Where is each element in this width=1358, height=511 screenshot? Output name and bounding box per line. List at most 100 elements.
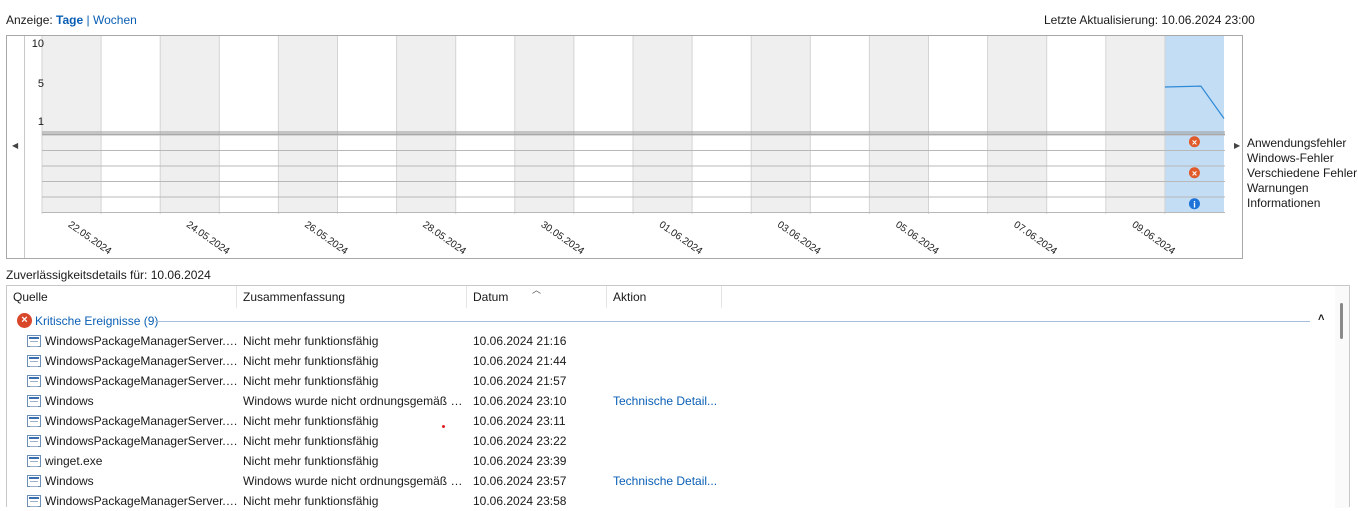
row-source: WindowsPackageManagerServer.exe (45, 434, 239, 448)
row-summary: Nicht mehr funktionsfähig (243, 354, 379, 368)
event-log-icon (27, 335, 41, 347)
cursor-dot (442, 425, 445, 428)
event-log-icon (27, 435, 41, 447)
column-header-source[interactable]: Quelle (7, 286, 237, 308)
row-source: WindowsPackageManagerServer.exe (45, 414, 239, 428)
table-row[interactable]: Windows Windows wurde nicht ordnungsgemäß… (7, 471, 1337, 491)
event-log-icon (27, 375, 41, 387)
view-switcher: Anzeige: Tage | Wochen (6, 13, 137, 27)
day-column (160, 36, 220, 213)
view-label: Anzeige: (6, 13, 53, 27)
table-row[interactable]: WindowsPackageManagerServer.exe Nicht meh… (7, 411, 1337, 431)
details-title: Zuverlässigkeitsdetails für: 10.06.2024 (6, 268, 211, 282)
view-separator: | (86, 13, 90, 27)
legend-item-windows-errors: Windows-Fehler (1247, 151, 1334, 165)
y-axis-labels: 10 5 1 (25, 36, 47, 132)
group-critical-events[interactable]: × Kritische Ereignisse (9) ˄ (15, 311, 1325, 331)
critical-icon: × (17, 313, 32, 328)
group-label: Kritische Ereignisse (9) (35, 314, 159, 328)
table-row[interactable]: WindowsPackageManagerServer.exe Nicht meh… (7, 371, 1337, 391)
y-tick-label: 5 (37, 78, 44, 90)
row-date: 10.06.2024 21:44 (473, 354, 567, 368)
day-column (101, 36, 161, 213)
row-summary: Nicht mehr funktionsfähig (243, 454, 379, 468)
row-source: Windows (45, 474, 94, 488)
day-column (514, 36, 574, 213)
info-icon-glyph: i (1193, 199, 1196, 209)
y-tick-label: 10 (31, 38, 44, 50)
row-date: 10.06.2024 23:57 (473, 474, 567, 488)
row-source: Windows (45, 394, 94, 408)
day-column (928, 36, 988, 213)
table-row[interactable]: WindowsPackageManagerServer.exe Nicht meh… (7, 491, 1337, 511)
day-column (1046, 36, 1106, 213)
x-tick-label: 09.06.2024 (1130, 219, 1178, 257)
selected-day-column (1164, 36, 1224, 213)
row-summary: Nicht mehr funktionsfähig (243, 494, 379, 508)
x-tick-label: 03.06.2024 (775, 219, 823, 257)
collapse-chevron-up-icon[interactable]: ˄ (1318, 312, 1324, 324)
row-date: 10.06.2024 23:11 (473, 414, 566, 428)
legend-item-information: Informationen (1247, 196, 1321, 210)
x-tick-label: 24.05.2024 (184, 219, 232, 257)
day-column (633, 36, 693, 213)
x-tick-label: 22.05.2024 (66, 219, 114, 257)
technical-details-link[interactable]: Technische Detail... (613, 471, 717, 491)
column-header-summary[interactable]: Zusammenfassung (237, 286, 467, 308)
day-column (987, 36, 1047, 213)
table-header: Quelle Zusammenfassung Datum ︿ Aktion (7, 285, 1337, 308)
row-source: WindowsPackageManagerServer.exe (45, 354, 239, 368)
day-column (573, 36, 633, 213)
row-date: 10.06.2024 23:22 (473, 434, 567, 448)
chart-canvas: × × i 22.05.2024 24.05.2024 26.05.2024 28.05.2… (41, 36, 1225, 257)
day-column (455, 36, 515, 213)
table-row[interactable]: WindowsPackageManagerServer.exe Nicht meh… (7, 351, 1337, 371)
table-row[interactable]: WindowsPackageManagerServer.exe Nicht meh… (7, 331, 1337, 351)
critical-icon-glyph: × (1192, 168, 1197, 178)
sort-ascending-icon: ︿ (532, 285, 542, 295)
row-summary: Windows wurde nicht ordnungsgemäß herunt… (243, 474, 469, 488)
x-tick-label: 01.06.2024 (657, 219, 705, 257)
row-date: 10.06.2024 21:57 (473, 374, 567, 388)
table-row[interactable]: Windows Windows wurde nicht ordnungsgemäß… (7, 391, 1337, 411)
chart-scroll-right-button[interactable]: ▶ (1231, 36, 1243, 258)
day-column (396, 36, 456, 213)
day-column (42, 36, 102, 213)
day-column (869, 36, 929, 213)
event-log-icon (27, 475, 41, 487)
chart-scroll-left-button[interactable]: ◀ (7, 36, 25, 258)
day-column (1105, 36, 1165, 213)
day-column (337, 36, 397, 213)
day-column (692, 36, 752, 213)
day-column (810, 36, 870, 213)
table-row[interactable]: winget.exe Nicht mehr funktionsfähig 10.06… (7, 451, 1337, 471)
column-header-action[interactable]: Aktion (607, 286, 722, 308)
x-tick-label: 28.05.2024 (420, 219, 468, 257)
row-date: 10.06.2024 23:10 (473, 394, 567, 408)
view-weeks-link[interactable]: Wochen (93, 13, 137, 27)
chart-legend: Anwendungsfehler Windows-Fehler Verschie… (1247, 136, 1357, 211)
scrollbar-thumb[interactable] (1340, 303, 1343, 339)
row-source: WindowsPackageManagerServer.exe (45, 374, 239, 388)
technical-details-link[interactable]: Technische Detail... (613, 391, 717, 411)
event-log-icon (27, 415, 41, 427)
last-update-text: Letzte Aktualisierung: 10.06.2024 23:00 (1044, 13, 1255, 27)
row-source: WindowsPackageManagerServer.exe (45, 334, 239, 348)
event-log-icon (27, 355, 41, 367)
chevron-left-icon: ◀ (12, 141, 19, 150)
x-tick-label: 05.06.2024 (893, 219, 941, 257)
vertical-scrollbar[interactable] (1335, 286, 1349, 508)
legend-item-application-errors: Anwendungsfehler (1247, 136, 1347, 150)
day-column (751, 36, 811, 213)
day-column (278, 36, 338, 213)
row-date: 10.06.2024 23:58 (473, 494, 567, 508)
table-row[interactable]: WindowsPackageManagerServer.exe Nicht meh… (7, 431, 1337, 451)
view-days-link[interactable]: Tage (56, 13, 83, 27)
event-log-icon (27, 455, 41, 467)
row-summary: Nicht mehr funktionsfähig (243, 414, 379, 428)
row-source: winget.exe (45, 454, 103, 468)
row-source: WindowsPackageManagerServer.exe (45, 494, 239, 508)
row-summary: Nicht mehr funktionsfähig (243, 374, 379, 388)
event-log-icon (27, 495, 41, 507)
row-date: 10.06.2024 23:39 (473, 454, 567, 468)
